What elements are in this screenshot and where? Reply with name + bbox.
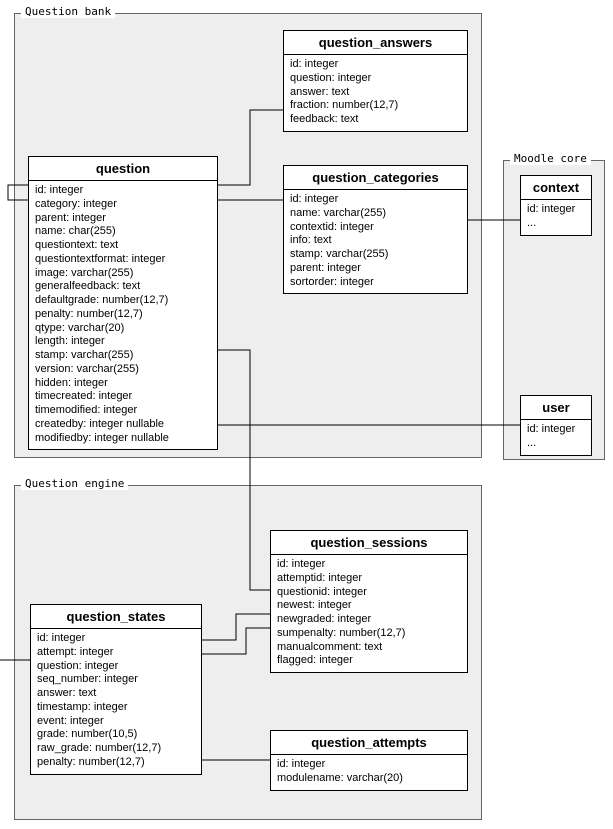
entity-field: sumpenalty: number(12,7) bbox=[277, 627, 461, 641]
entity-field: image: varchar(255) bbox=[35, 267, 211, 281]
entity-field: questiontextformat: integer bbox=[35, 253, 211, 267]
entity-field: question: integer bbox=[290, 72, 461, 86]
group-label-question-engine: Question engine bbox=[21, 477, 128, 490]
entity-title-question-states: question_states bbox=[31, 605, 201, 629]
group-label-question-bank: Question bank bbox=[21, 5, 115, 18]
entity-field: id: integer bbox=[290, 58, 461, 72]
entity-field: qtype: varchar(20) bbox=[35, 322, 211, 336]
entity-field: timecreated: integer bbox=[35, 390, 211, 404]
entity-field: questionid: integer bbox=[277, 586, 461, 600]
entity-field: id: integer bbox=[290, 193, 461, 207]
entity-field: name: varchar(255) bbox=[290, 207, 461, 221]
entity-field: questiontext: text bbox=[35, 239, 211, 253]
entity-question-attempts: question_attempts id: integermodulename:… bbox=[270, 730, 468, 791]
entity-field: id: integer bbox=[527, 203, 585, 217]
entity-field: info: text bbox=[290, 234, 461, 248]
entity-body-context: id: integer... bbox=[521, 200, 591, 235]
entity-field: raw_grade: number(12,7) bbox=[37, 742, 195, 756]
entity-title-question-answers: question_answers bbox=[284, 31, 467, 55]
entity-title-question-attempts: question_attempts bbox=[271, 731, 467, 755]
entity-title-question-sessions: question_sessions bbox=[271, 531, 467, 555]
entity-field: penalty: number(12,7) bbox=[35, 308, 211, 322]
entity-body-question-sessions: id: integerattemptid: integerquestionid:… bbox=[271, 555, 467, 672]
entity-field: stamp: varchar(255) bbox=[35, 349, 211, 363]
entity-field: answer: text bbox=[290, 86, 461, 100]
entity-field: id: integer bbox=[35, 184, 211, 198]
entity-title-question-categories: question_categories bbox=[284, 166, 467, 190]
entity-body-question-answers: id: integerquestion: integeranswer: text… bbox=[284, 55, 467, 131]
entity-title-user: user bbox=[521, 396, 591, 420]
entity-field: version: varchar(255) bbox=[35, 363, 211, 377]
entity-field: parent: integer bbox=[35, 212, 211, 226]
entity-field: event: integer bbox=[37, 715, 195, 729]
entity-field: id: integer bbox=[527, 423, 585, 437]
entity-title-question: question bbox=[29, 157, 217, 181]
entity-user: user id: integer... bbox=[520, 395, 592, 456]
entity-field: flagged: integer bbox=[277, 654, 461, 668]
entity-field: attemptid: integer bbox=[277, 572, 461, 586]
group-label-moodle-core: Moodle core bbox=[510, 152, 591, 165]
entity-field: seq_number: integer bbox=[37, 673, 195, 687]
entity-field: hidden: integer bbox=[35, 377, 211, 391]
entity-field: length: integer bbox=[35, 335, 211, 349]
entity-field: modulename: varchar(20) bbox=[277, 772, 461, 786]
entity-body-user: id: integer... bbox=[521, 420, 591, 455]
entity-field: question: integer bbox=[37, 660, 195, 674]
entity-field: ... bbox=[527, 437, 585, 451]
entity-field: grade: number(10,5) bbox=[37, 728, 195, 742]
entity-body-question-states: id: integerattempt: integerquestion: int… bbox=[31, 629, 201, 774]
entity-field: stamp: varchar(255) bbox=[290, 248, 461, 262]
entity-field: attempt: integer bbox=[37, 646, 195, 660]
entity-question: question id: integercategory: integerpar… bbox=[28, 156, 218, 450]
entity-field: name: char(255) bbox=[35, 225, 211, 239]
entity-question-categories: question_categories id: integername: var… bbox=[283, 165, 468, 294]
entity-field: penalty: number(12,7) bbox=[37, 756, 195, 770]
entity-field: ... bbox=[527, 217, 585, 231]
entity-body-question-attempts: id: integermodulename: varchar(20) bbox=[271, 755, 467, 790]
entity-field: manualcomment: text bbox=[277, 641, 461, 655]
entity-context: context id: integer... bbox=[520, 175, 592, 236]
entity-field: feedback: text bbox=[290, 113, 461, 127]
entity-field: defaultgrade: number(12,7) bbox=[35, 294, 211, 308]
entity-field: answer: text bbox=[37, 687, 195, 701]
entity-field: generalfeedback: text bbox=[35, 280, 211, 294]
entity-field: timemodified: integer bbox=[35, 404, 211, 418]
entity-field: timestamp: integer bbox=[37, 701, 195, 715]
entity-field: modifiedby: integer nullable bbox=[35, 432, 211, 446]
entity-field: fraction: number(12,7) bbox=[290, 99, 461, 113]
entity-field: id: integer bbox=[37, 632, 195, 646]
entity-field: newest: integer bbox=[277, 599, 461, 613]
entity-body-question-categories: id: integername: varchar(255)contextid: … bbox=[284, 190, 467, 293]
entity-field: sortorder: integer bbox=[290, 276, 461, 290]
entity-field: newgraded: integer bbox=[277, 613, 461, 627]
entity-field: id: integer bbox=[277, 558, 461, 572]
entity-field: id: integer bbox=[277, 758, 461, 772]
entity-question-states: question_states id: integerattempt: inte… bbox=[30, 604, 202, 775]
entity-field: category: integer bbox=[35, 198, 211, 212]
entity-question-answers: question_answers id: integerquestion: in… bbox=[283, 30, 468, 132]
entity-body-question: id: integercategory: integerparent: inte… bbox=[29, 181, 217, 449]
entity-field: contextid: integer bbox=[290, 221, 461, 235]
entity-title-context: context bbox=[521, 176, 591, 200]
entity-field: parent: integer bbox=[290, 262, 461, 276]
entity-field: createdby: integer nullable bbox=[35, 418, 211, 432]
entity-question-sessions: question_sessions id: integerattemptid: … bbox=[270, 530, 468, 673]
